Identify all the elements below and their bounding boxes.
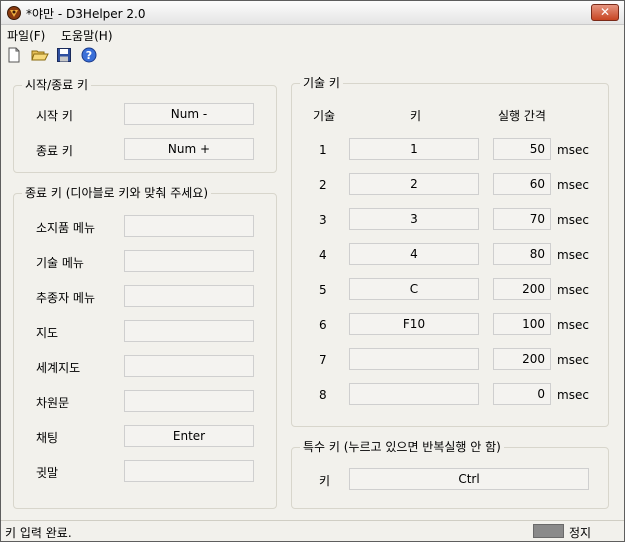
skill-interval-field[interactable]: 80 (493, 243, 551, 265)
stop-key-label: 차원문 (36, 396, 70, 410)
skill-interval-field[interactable]: 0 (493, 383, 551, 405)
main-window: *야만 - D3Helper 2.0 ✕ 파일(F) 도움말(H) ? 시작/종… (0, 0, 625, 542)
close-button[interactable]: ✕ (591, 4, 619, 21)
special-key-field[interactable]: Ctrl (349, 468, 589, 490)
interval-unit-label: msec (557, 213, 589, 227)
skill-number: 8 (319, 388, 327, 402)
save-icon[interactable] (56, 47, 74, 65)
svg-text:?: ? (86, 49, 92, 62)
skill-number: 6 (319, 318, 327, 332)
stop-key-label: 지도 (36, 326, 59, 340)
skill-interval-field[interactable]: 100 (493, 313, 551, 335)
special-key-label: 키 (319, 474, 331, 488)
stop-key-field[interactable] (124, 215, 254, 237)
interval-unit-label: msec (557, 388, 589, 402)
stop-key-field[interactable] (124, 250, 254, 272)
skill-key-field[interactable] (349, 348, 479, 370)
stop-key-field[interactable] (124, 285, 254, 307)
skill-interval-field[interactable]: 50 (493, 138, 551, 160)
stop-keys-title: 종료 키 (디아블로 키와 맞춰 주세요) (22, 186, 211, 200)
interval-col-header: 실행 간격 (498, 109, 546, 123)
interval-unit-label: msec (557, 248, 589, 262)
stop-key-label: 종료 키 (36, 144, 73, 158)
start-key-label: 시작 키 (36, 109, 73, 123)
stop-key-field[interactable]: Num + (124, 138, 254, 160)
skill-interval-field[interactable]: 70 (493, 208, 551, 230)
help-icon[interactable]: ? (81, 47, 99, 65)
skill-interval-field[interactable]: 200 (493, 348, 551, 370)
skill-interval-field[interactable]: 60 (493, 173, 551, 195)
status-indicator (533, 524, 564, 538)
key-col-header: 키 (410, 109, 422, 123)
skill-key-field[interactable]: 1 (349, 138, 479, 160)
skill-number: 5 (319, 283, 327, 297)
skill-key-field[interactable]: 3 (349, 208, 479, 230)
skill-number: 3 (319, 213, 327, 227)
stop-key-label: 귓말 (36, 466, 59, 480)
window-title: *야만 - D3Helper 2.0 (26, 7, 146, 21)
skill-number: 4 (319, 248, 327, 262)
interval-unit-label: msec (557, 318, 589, 332)
stop-key-label: 세계지도 (36, 361, 81, 375)
skill-key-field[interactable] (349, 383, 479, 405)
skill-col-header: 기술 (313, 109, 336, 123)
skill-number: 7 (319, 353, 327, 367)
stop-key-field[interactable] (124, 355, 254, 377)
status-bar: 키 입력 완료. 정지 (1, 520, 624, 541)
stop-key-label: 추종자 메뉴 (36, 291, 96, 305)
start-stop-title: 시작/종료 키 (22, 78, 92, 92)
special-key-title: 특수 키 (누르고 있으면 반복실행 안 함) (300, 440, 504, 454)
stop-key-label: 기술 메뉴 (36, 256, 84, 270)
open-folder-icon[interactable] (31, 47, 49, 65)
menu-file[interactable]: 파일(F) (7, 27, 45, 44)
title-bar[interactable]: *야만 - D3Helper 2.0 ✕ (1, 1, 624, 25)
skill-keys-title: 기술 키 (300, 76, 343, 90)
stop-key-label: 채팅 (36, 431, 59, 445)
new-file-icon[interactable] (6, 47, 24, 65)
menu-help[interactable]: 도움말(H) (61, 27, 113, 44)
interval-unit-label: msec (557, 178, 589, 192)
skill-interval-field[interactable]: 200 (493, 278, 551, 300)
stop-key-label: 소지품 메뉴 (36, 221, 96, 235)
stop-key-field[interactable] (124, 460, 254, 482)
interval-unit-label: msec (557, 353, 589, 367)
skill-key-field[interactable]: F10 (349, 313, 479, 335)
skill-key-field[interactable]: 4 (349, 243, 479, 265)
skill-key-field[interactable]: C (349, 278, 479, 300)
status-message: 키 입력 완료. (5, 526, 72, 540)
skill-number: 1 (319, 143, 327, 157)
skill-number: 2 (319, 178, 327, 192)
status-state: 정지 (569, 526, 592, 540)
start-key-field[interactable]: Num - (124, 103, 254, 125)
stop-key-field[interactable] (124, 320, 254, 342)
stop-key-field[interactable]: Enter (124, 425, 254, 447)
app-diablo-icon (6, 5, 22, 21)
interval-unit-label: msec (557, 143, 589, 157)
skill-key-field[interactable]: 2 (349, 173, 479, 195)
interval-unit-label: msec (557, 283, 589, 297)
menu-bar: 파일(F) 도움말(H) (1, 26, 624, 43)
stop-key-field[interactable] (124, 390, 254, 412)
toolbar: ? (1, 44, 624, 68)
